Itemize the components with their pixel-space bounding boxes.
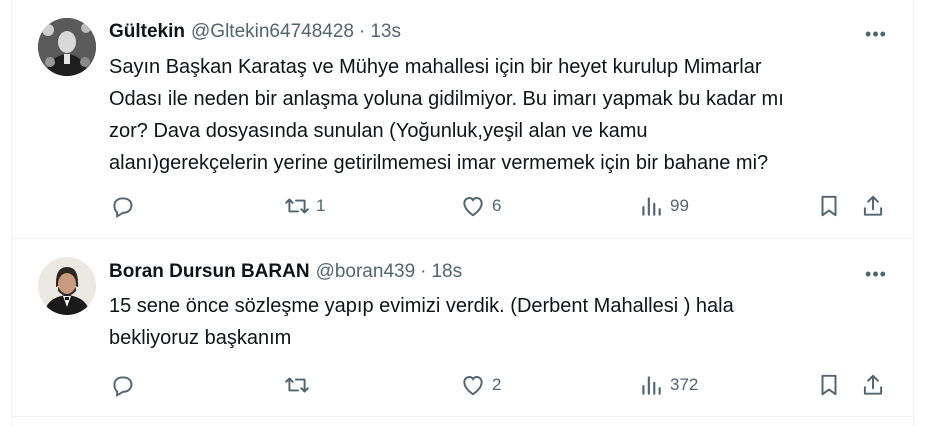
- author-name[interactable]: Boran Dursun BARAN: [109, 261, 310, 283]
- timestamp[interactable]: 18s: [431, 261, 462, 283]
- retweet-count: 1: [316, 196, 326, 215]
- tweet-text: Sayın Başkan Karataş ve Mühye mahallesi …: [109, 51, 899, 179]
- like-count: 6: [492, 196, 502, 215]
- bookmark-button[interactable]: [816, 369, 842, 401]
- like-button[interactable]: 6: [460, 190, 501, 222]
- separator-dot: ·: [420, 261, 427, 282]
- like-button[interactable]: 2: [460, 369, 501, 401]
- retweet-button[interactable]: 1: [284, 190, 325, 222]
- avatar[interactable]: [38, 257, 96, 315]
- views-icon: [642, 197, 661, 216]
- timeline-feed: Gültekin @Gltekin64748428 · 13s ••• Sayı…: [11, 0, 914, 426]
- like-icon: [463, 376, 483, 396]
- tweet[interactable]: Gültekin @Gltekin64748428 · 13s ••• Sayı…: [12, 0, 913, 239]
- tweet-text-line: Odası ile neden bir anlaşma yoluna gidil…: [109, 88, 784, 110]
- author-name[interactable]: Gültekin: [109, 21, 185, 43]
- tweet-text-line: bekliyoruz başkanım: [109, 327, 292, 349]
- retweet-button[interactable]: [284, 369, 316, 401]
- views-count: 372: [670, 375, 699, 394]
- author-handle[interactable]: @boran439: [316, 261, 416, 283]
- bookmark-button[interactable]: [816, 190, 842, 222]
- views-button[interactable]: 99: [638, 190, 689, 222]
- tweet-text-line: Sayın Başkan Karataş ve Mühye mahallesi …: [109, 56, 762, 78]
- share-button[interactable]: [860, 190, 886, 222]
- like-count: 2: [492, 375, 502, 394]
- reply-icon: [113, 197, 133, 218]
- avatar[interactable]: [38, 18, 96, 76]
- reply-button[interactable]: [109, 369, 141, 401]
- tweet-text: 15 sene önce sözleşme yapıp evimizi verd…: [109, 290, 899, 354]
- views-count: 99: [670, 196, 689, 215]
- retweet-icon: [285, 198, 309, 214]
- views-button[interactable]: 372: [638, 369, 698, 401]
- tweet-text-line: alanı)gerekçelerin yerine getirilmemesi …: [109, 152, 769, 174]
- tweet-header: Gültekin @Gltekin64748428 · 13s: [109, 19, 401, 45]
- tweet[interactable]: Boran Dursun BARAN @boran439 · 18s ••• 1…: [12, 239, 913, 417]
- like-icon: [463, 197, 483, 217]
- retweet-icon: [285, 377, 309, 393]
- views-icon: [642, 376, 661, 395]
- bookmark-icon: [821, 195, 837, 217]
- timestamp[interactable]: 13s: [370, 21, 401, 43]
- tweet-text-line: zor? Dava dosyasında sunulan (Yoğunluk,y…: [109, 120, 648, 142]
- more-options-button[interactable]: •••: [863, 261, 889, 287]
- tweet-text-line: 15 sene önce sözleşme yapıp evimizi verd…: [109, 295, 734, 317]
- share-icon: [863, 374, 883, 395]
- tweet-actions: 1 6 99: [12, 190, 913, 222]
- tweet-header: Boran Dursun BARAN @boran439 · 18s: [109, 259, 462, 285]
- share-button[interactable]: [860, 369, 886, 401]
- more-icon: •••: [865, 263, 887, 284]
- separator-dot: ·: [358, 21, 366, 42]
- tweet-actions: 2 372: [12, 369, 913, 401]
- more-icon: •••: [865, 23, 887, 44]
- bookmark-icon: [821, 374, 837, 396]
- author-handle[interactable]: @Gltekin64748428: [191, 21, 354, 43]
- reply-icon: [113, 376, 133, 397]
- share-icon: [863, 195, 883, 216]
- reply-button[interactable]: [109, 190, 141, 222]
- more-options-button[interactable]: •••: [863, 21, 889, 47]
